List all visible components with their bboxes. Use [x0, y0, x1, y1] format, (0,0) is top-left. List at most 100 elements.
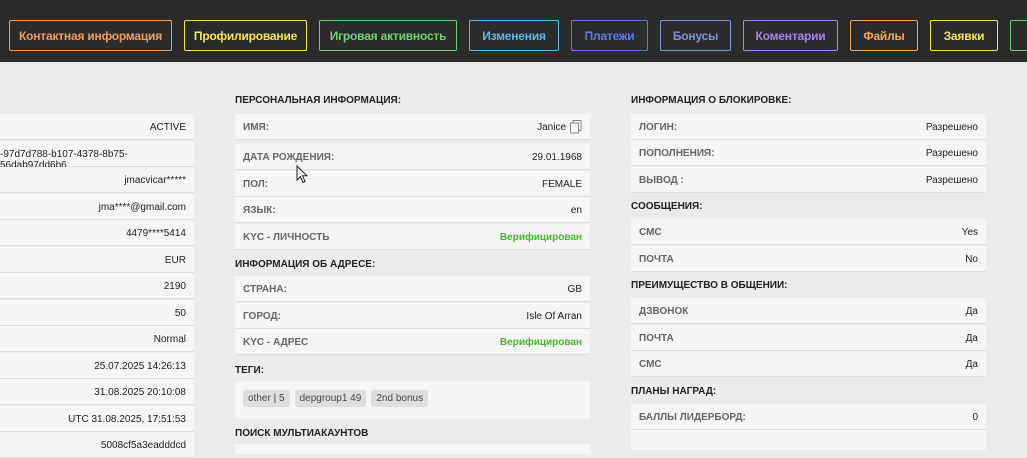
left-value: 2190 — [163, 281, 186, 292]
field-value: Yes — [961, 227, 978, 238]
left-row: UTC 31.08.2025, 17:51:53 — [0, 405, 194, 432]
field-value: GB — [567, 284, 582, 295]
tab-payments[interactable]: Платежи — [571, 20, 648, 51]
field-label: ЯЗЫК: — [243, 205, 276, 216]
field-value: en — [570, 205, 582, 216]
pref-row-sms: СМС Да — [631, 351, 986, 377]
block-row-login: ЛОГИН: Разрешено — [631, 114, 986, 140]
field-value: No — [965, 254, 978, 265]
field-label: БАЛЛЫ ЛИДЕРБОРД: — [639, 412, 746, 423]
left-row: jma****@gmail.com — [0, 193, 194, 220]
multiaccount-panel — [235, 444, 590, 454]
left-row: 25.07.2025 14:26:13 — [0, 352, 194, 379]
messages-title: СООБЩЕНИЯ: — [631, 201, 703, 212]
currency: EUR — [164, 254, 186, 266]
tab-bonuses[interactable]: Бонусы — [660, 20, 731, 51]
left-info-column: ACTIVE -97d7d788-b107-4378-8b75-56dab97d… — [0, 114, 194, 458]
left-row: Normal — [0, 326, 194, 352]
rewards-row-next — [631, 430, 986, 450]
tab-files[interactable]: Файлы — [850, 20, 918, 51]
middle-column: ПЕРСОНАЛЬНАЯ ИНФОРМАЦИЯ: ИМЯ: Janice ДАТ… — [235, 90, 590, 454]
personal-row-name: ИМЯ: Janice — [235, 114, 590, 140]
field-label: ДАТА РОЖДЕНИЯ: — [243, 152, 335, 163]
field-label: ВЫВОД : — [639, 175, 684, 186]
left-row: ACTIVE — [0, 114, 194, 140]
field-value: Janice — [537, 122, 566, 133]
field-label: СМС — [639, 359, 662, 370]
right-column: ИНФОРМАЦИЯ О БЛОКИРОВКЕ: ЛОГИН: Разрешен… — [631, 90, 986, 450]
address-row-city: ГОРОД: Isle Of Arran — [235, 303, 590, 329]
tab-gaming-activity[interactable]: Игровая активность — [319, 20, 457, 51]
field-label: ПОЧТА — [639, 333, 674, 344]
field-label: ЛОГИН: — [639, 122, 678, 133]
left-row: 2190 — [0, 273, 194, 299]
left-row: EUR — [0, 246, 194, 273]
tags-title: ТЕГИ: — [235, 365, 264, 376]
field-value: Да — [965, 306, 978, 317]
field-label: KYC - АДРЕС — [243, 337, 309, 348]
left-row: 50 — [0, 299, 194, 326]
personal-row-gender: ПОЛ: FEMALE — [235, 171, 590, 197]
phone: 4479****5414 — [125, 228, 186, 239]
left-value: 50 — [174, 307, 186, 319]
field-label: СТРАНА: — [243, 284, 287, 295]
last-login-date: 31.08.2025 20:10:08 — [94, 387, 186, 398]
left-row: -97d7d788-b107-4378-8b75-56dab97dd6b6 — [0, 140, 194, 171]
block-info-title: ИНФОРМАЦИЯ О БЛОКИРОВКЕ: — [631, 95, 792, 106]
address-row-country: СТРАНА: GB — [235, 276, 590, 302]
messages-row-mail: ПОЧТА No — [631, 246, 986, 272]
kyc-status: Верифицирован — [499, 232, 582, 243]
block-row-deposits: ПОПОЛНЕНИЯ: Разрешено — [631, 140, 986, 166]
field-label: СМС — [639, 227, 662, 238]
left-value: Normal — [153, 334, 186, 345]
tab-requests[interactable]: Заявки — [930, 20, 998, 51]
address-info-title: ИНФОРМАЦИЯ ОБ АДРЕСЕ: — [235, 259, 376, 270]
field-value: 0 — [972, 412, 978, 423]
tab-more[interactable] — [1010, 20, 1027, 51]
field-label: ГОРОД: — [243, 311, 281, 322]
field-label: ПОЛ: — [243, 179, 269, 190]
registration-date: 25.07.2025 14:26:13 — [94, 360, 186, 372]
email: jma****@gmail.com — [98, 201, 186, 213]
communication-pref-title: ПРЕИМУЩЕСТВО В ОБЩЕНИИ: — [631, 280, 788, 291]
address-row-kyc: KYC - АДРЕС Верифицирован — [235, 329, 590, 355]
tag-chip[interactable]: other | 5 — [243, 390, 290, 407]
left-row: 5008cf5a3eadddcd — [0, 432, 194, 458]
field-label: KYC - ЛИЧНОСТЬ — [243, 232, 330, 243]
field-value: Да — [965, 333, 978, 344]
field-value: Isle Of Arran — [526, 311, 582, 322]
left-value: 5008cf5a3eadddcd — [100, 440, 186, 451]
personal-row-language: ЯЗЫК: en — [235, 197, 590, 223]
multiaccount-search-title: ПОИСК МУЛЬТИАКАУНТОВ — [235, 428, 369, 439]
tag-chip[interactable]: 2nd bonus — [371, 390, 429, 407]
rewards-title: ПЛАНЫ НАГРАД: — [631, 386, 717, 397]
field-label: ПОПОЛНЕНИЯ: — [639, 148, 715, 159]
field-value: Разрешено — [925, 122, 978, 133]
personal-row-birthdate: ДАТА РОЖДЕНИЯ: 29.01.1968 — [235, 144, 590, 170]
block-row-withdrawal: ВЫВОД : Разрешено — [631, 167, 986, 193]
tags-container: other | 5 depgroup1 49 2nd bonus — [235, 381, 590, 419]
messages-row-sms: СМС Yes — [631, 219, 986, 245]
field-label: ДЗВОНОК — [639, 306, 689, 317]
left-row: 31.08.2025 20:10:08 — [0, 379, 194, 405]
copy-icon[interactable] — [570, 120, 582, 134]
kyc-status: Верифицирован — [499, 337, 582, 348]
mouse-cursor-icon — [296, 164, 309, 187]
field-value: Разрешено — [925, 175, 978, 186]
field-value: Разрешено — [925, 148, 978, 159]
field-value: FEMALE — [541, 179, 582, 190]
username: jmacvicar***** — [124, 175, 186, 186]
field-value: Да — [965, 359, 978, 370]
rewards-row-leaderboard: БАЛЛЫ ЛИДЕРБОРД: 0 — [631, 404, 986, 430]
tab-comments[interactable]: Коментарии — [743, 20, 838, 51]
tab-contact-info[interactable]: Контактная информация — [9, 20, 172, 51]
field-label: ИМЯ: — [243, 122, 270, 133]
pref-row-call: ДЗВОНОК Да — [631, 298, 986, 324]
tab-profiling[interactable]: Профилирование — [184, 20, 307, 51]
personal-row-kyc-identity: KYC - ЛИЧНОСТЬ Верифицирован — [235, 224, 590, 250]
last-activity-date: UTC 31.08.2025, 17:51:53 — [68, 413, 186, 425]
left-row: 4479****5414 — [0, 220, 194, 246]
account-status: ACTIVE — [149, 122, 186, 133]
tab-changes[interactable]: Изменения — [469, 20, 559, 51]
tag-chip[interactable]: depgroup1 49 — [294, 390, 367, 407]
